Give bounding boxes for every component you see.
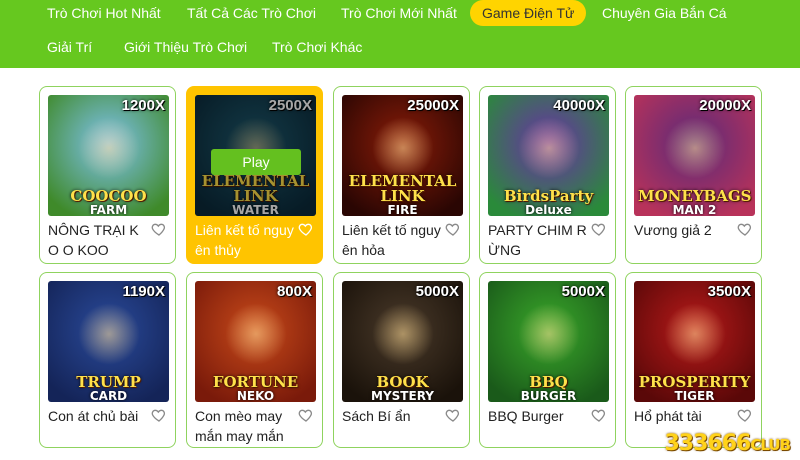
- game-logo-text: FORTUNE: [212, 373, 299, 391]
- game-character-art: [664, 117, 726, 179]
- max-multiplier-badge: 800X: [276, 283, 312, 300]
- site-watermark-logo: 333666CLUB: [664, 431, 791, 456]
- max-multiplier-badge: 3500X: [707, 283, 751, 300]
- nav-item-all-games[interactable]: Tất Cả Các Trò Chơi: [187, 5, 316, 21]
- game-logo-text: BirdsParty: [503, 187, 594, 205]
- game-title: BBQ Burger: [488, 408, 564, 424]
- favorite-heart-icon[interactable]: [445, 407, 461, 423]
- nav-item-electronic-games[interactable]: Game Điện Tử: [470, 0, 587, 26]
- game-character-art: [372, 117, 434, 179]
- game-logo-text: TRUMP: [76, 373, 141, 391]
- game-title: PARTY CHIM RỪNG: [488, 222, 587, 258]
- game-thumbnail[interactable]: 800X FORTUNE NEKO: [195, 281, 316, 402]
- game-thumbnail[interactable]: 5000X BBQ BURGER: [488, 281, 609, 402]
- favorite-heart-icon[interactable]: [737, 221, 753, 237]
- max-multiplier-badge: 5000X: [561, 283, 605, 300]
- nav-item-newest-games[interactable]: Trò Chơi Mới Nhất: [341, 5, 457, 21]
- game-logo-subtitle: MYSTERY: [371, 389, 434, 402]
- game-title: Vương giả 2: [634, 222, 712, 238]
- game-character-art: [78, 303, 140, 365]
- game-character-art: [518, 303, 580, 365]
- game-logo-subtitle: Deluxe: [525, 203, 572, 216]
- favorite-heart-icon[interactable]: [591, 221, 607, 237]
- game-logo-subtitle: CARD: [89, 389, 128, 402]
- max-multiplier-badge: 25000X: [407, 97, 459, 114]
- game-thumbnail[interactable]: 5000X BOOK MYSTERY: [342, 281, 463, 402]
- nav-item-hot-games[interactable]: Trò Chơi Hot Nhất: [47, 5, 161, 21]
- game-logo-subtitle: NEKO: [236, 389, 275, 402]
- game-title: Liên kết tố nguyên thủy: [195, 222, 294, 258]
- max-multiplier-badge: 1190X: [122, 283, 165, 300]
- game-thumbnail[interactable]: 2500X ELEMENTAL LINK WATER Play: [195, 95, 316, 216]
- game-logo-subtitle: FIRE: [387, 203, 418, 216]
- favorite-heart-icon[interactable]: [151, 221, 167, 237]
- game-card[interactable]: 20000X MONEYBAGS MAN 2 Vương giả 2: [625, 86, 762, 264]
- game-card[interactable]: 800X FORTUNE NEKO Con mèo may mắn may mắn: [186, 272, 323, 448]
- game-thumbnail[interactable]: 40000X BirdsParty Deluxe: [488, 95, 609, 216]
- game-thumbnail[interactable]: 1190X TRUMP CARD: [48, 281, 169, 402]
- top-navigation-bar: Trò Chơi Hot Nhất Tất Cả Các Trò Chơi Tr…: [0, 0, 800, 68]
- max-multiplier-badge: 1200X: [121, 97, 165, 114]
- game-logo-subtitle: TIGER: [674, 389, 715, 402]
- game-logo-subtitle: BURGER: [520, 389, 577, 402]
- favorite-heart-icon[interactable]: [445, 221, 461, 237]
- game-character-art: [372, 303, 434, 365]
- game-title: NÔNG TRẠI KO O KOO: [48, 222, 139, 258]
- max-multiplier-badge: 20000X: [699, 97, 751, 114]
- nav-item-other-games[interactable]: Trò Chơi Khác: [272, 39, 362, 55]
- favorite-heart-icon[interactable]: [151, 407, 167, 423]
- game-logo-text: COOCOO: [70, 187, 147, 205]
- game-thumbnail[interactable]: 25000X ELEMENTAL LINK FIRE: [342, 95, 463, 216]
- game-logo-text: BOOK: [376, 373, 429, 391]
- game-card[interactable]: 3500X PROSPERITY TIGER Hổ phát tài: [625, 272, 762, 448]
- game-logo-text: BBQ: [529, 373, 568, 391]
- max-multiplier-badge: 5000X: [415, 283, 459, 300]
- game-logo-text: MONEYBAGS: [638, 187, 752, 205]
- game-character-art: [518, 117, 580, 179]
- nav-item-game-introduction[interactable]: Giới Thiệu Trò Chơi: [124, 39, 247, 55]
- game-card[interactable]: 5000X BOOK MYSTERY Sách Bí ẩn: [333, 272, 470, 448]
- game-card[interactable]: 25000X ELEMENTAL LINK FIRE Liên kết tố nguy…: [333, 86, 470, 264]
- game-character-art: [225, 303, 287, 365]
- game-logo-text: ELEMENTAL LINK: [348, 172, 457, 205]
- game-title: Liên kết tố nguyên hỏa: [342, 222, 441, 258]
- nav-item-fishing-expert[interactable]: Chuyên Gia Bắn Cá: [602, 5, 727, 21]
- game-card[interactable]: 40000X BirdsParty Deluxe PARTY CHIM RỪNG: [479, 86, 616, 264]
- game-card[interactable]: 1200X COOCOO FARM NÔNG TRẠI KO O KOO: [39, 86, 176, 264]
- game-card[interactable]: 2500X ELEMENTAL LINK WATER Play Liên kết tố …: [186, 86, 323, 264]
- game-title: Con át chủ bài: [48, 408, 139, 424]
- game-character-art: [78, 117, 140, 179]
- game-card[interactable]: 1190X TRUMP CARD Con át chủ bài: [39, 272, 176, 448]
- game-title: Sách Bí ẩn: [342, 408, 411, 424]
- game-thumbnail[interactable]: 3500X PROSPERITY TIGER: [634, 281, 755, 402]
- favorite-heart-icon[interactable]: [591, 407, 607, 423]
- favorite-heart-icon[interactable]: [298, 221, 314, 237]
- max-multiplier-badge: 40000X: [553, 97, 605, 114]
- game-logo-text: PROSPERITY: [638, 373, 751, 391]
- favorite-heart-icon[interactable]: [298, 407, 314, 423]
- game-thumbnail[interactable]: 1200X COOCOO FARM: [48, 95, 169, 216]
- nav-item-entertainment[interactable]: Giải Trí: [47, 39, 92, 55]
- game-card[interactable]: 5000X BBQ BURGER BBQ Burger: [479, 272, 616, 448]
- play-button[interactable]: Play: [211, 149, 301, 175]
- game-character-art: [664, 303, 726, 365]
- favorite-heart-icon[interactable]: [737, 407, 753, 423]
- game-thumbnail[interactable]: 20000X MONEYBAGS MAN 2: [634, 95, 755, 216]
- game-title: Con mèo may mắn may mắn: [195, 408, 284, 444]
- game-title: Hổ phát tài: [634, 408, 702, 424]
- game-logo-subtitle: FARM: [89, 203, 128, 216]
- game-logo-subtitle: MAN 2: [672, 203, 717, 216]
